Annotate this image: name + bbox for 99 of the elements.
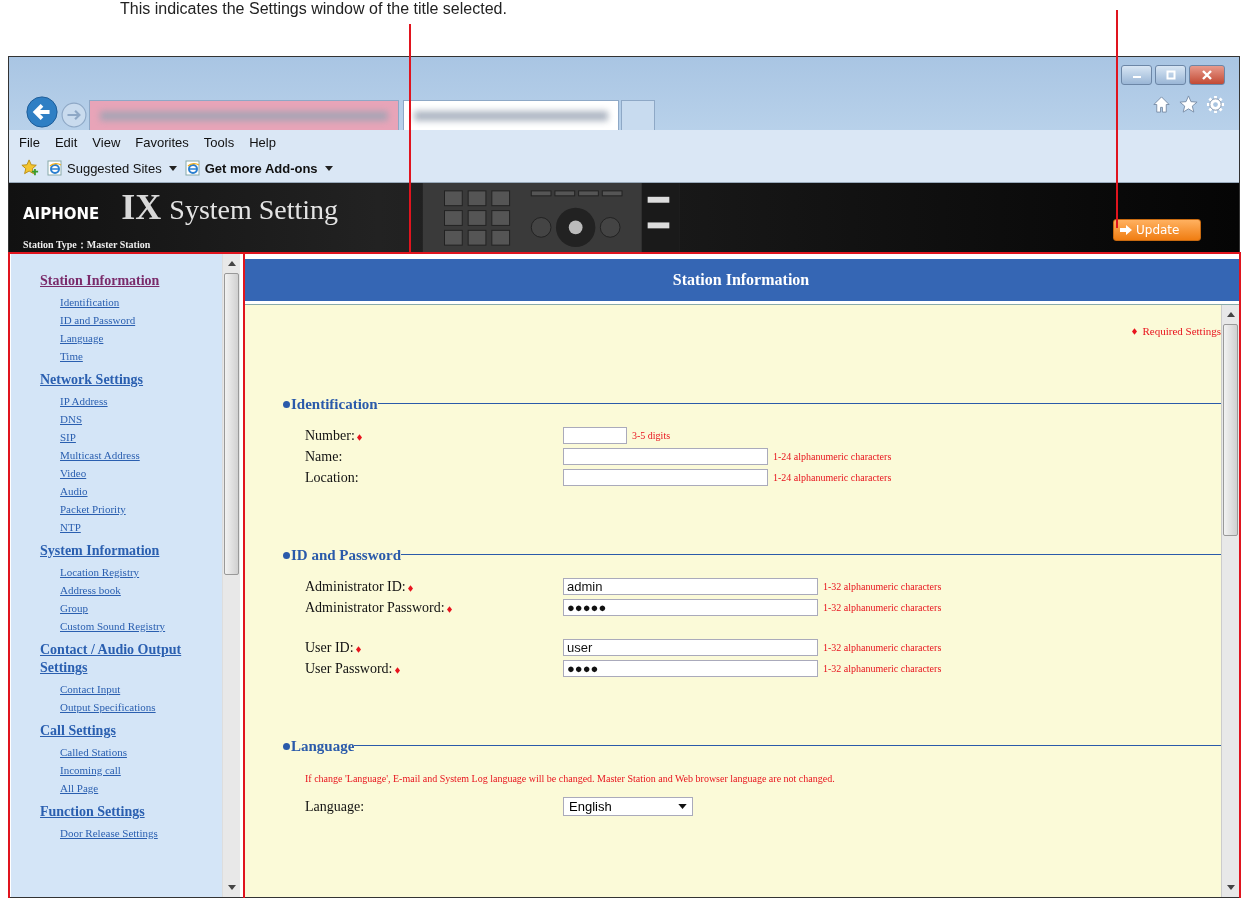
scrollbar[interactable] [1221,305,1239,897]
dropdown-caret-icon [324,165,333,171]
nav-section-link[interactable]: Function Settings [40,803,145,821]
field-hint: 1-32 alphanumeric characters [823,581,942,592]
language-dropdown[interactable]: English [563,797,693,816]
input-field[interactable]: user [563,639,818,656]
nav-link[interactable]: Multicast Address [60,446,140,464]
nav-section-link[interactable]: System Information [40,542,160,560]
home-icon[interactable] [1152,95,1171,114]
settings-icon[interactable] [1206,95,1225,114]
nav-link[interactable]: Time [60,347,83,365]
field-hint: 3-5 digits [632,430,671,441]
nav-link[interactable]: ID and Password [60,311,136,329]
scroll-up-arrow-icon[interactable] [1226,312,1235,317]
section-heading: Identification [291,395,378,413]
field-label: Administrator Password: [305,599,445,616]
field-label: Administrator ID: [305,578,406,595]
input-field[interactable]: ●●●●● [563,599,818,616]
input-field[interactable]: admin [563,578,818,595]
product-logo: IX [121,189,162,225]
nav-section-link[interactable]: Network Settings [40,371,144,389]
nav-link[interactable]: Output Specifications [60,698,156,716]
field-hint: 1-32 alphanumeric characters [823,602,942,613]
field-label: Name: [305,448,343,465]
annotation-text: This indicates the Settings window of the title selected. [120,0,507,18]
menu-item[interactable]: Edit [54,134,78,150]
star-icon[interactable] [1179,95,1198,114]
nav-link[interactable]: DNS [60,410,82,428]
page-title: Station Information [672,271,810,289]
new-tab-button[interactable] [621,100,655,130]
nav-link[interactable]: Door Release Settings [60,824,158,842]
nav-link[interactable]: Contact Input [60,680,121,698]
required-mark-icon [1132,327,1138,335]
favorites-bar-item[interactable]: Suggested Sites [47,160,177,176]
browser-tab[interactable] [403,100,619,130]
input-field[interactable]: ●●●● [563,660,818,677]
nav-link[interactable]: Language [60,329,104,347]
scrollbar-thumb[interactable] [224,273,239,575]
nav-link[interactable]: Custom Sound Registry [60,617,166,635]
nav-link[interactable]: NTP [60,518,81,536]
bullet-icon [283,401,290,408]
favorites-bar-item[interactable]: Get more Add-ons [184,160,333,176]
minimize-button[interactable] [1121,65,1152,85]
menu-item[interactable]: Tools [203,134,235,150]
field-hint: 1-24 alphanumeric characters [773,472,892,483]
bullet-icon [283,552,290,559]
web-page-icon [184,160,201,176]
scroll-up-arrow-icon[interactable] [227,261,236,266]
nav-link[interactable]: Address book [60,581,121,599]
nav-link[interactable]: SIP [60,428,76,446]
field-label: User ID: [305,639,354,656]
close-icon [1201,70,1213,80]
menu-item[interactable]: View [92,134,121,150]
nav-link[interactable]: IP Address [60,392,108,410]
nav-link[interactable]: Audio [60,482,88,500]
nav-link[interactable]: Incoming call [60,761,121,779]
maximize-button[interactable] [1155,65,1186,85]
nav-section-link[interactable]: Station Information [40,272,160,290]
input-field[interactable] [563,427,627,444]
input-field[interactable] [563,469,768,486]
dropdown-caret-icon [678,804,687,809]
scroll-down-arrow-icon[interactable] [227,885,236,890]
field-label: User Password: [305,660,393,677]
required-settings-note: Required Settings [1142,325,1221,337]
nav-link[interactable]: Group [60,599,89,617]
web-page-icon [47,160,63,176]
brand-name: AIPHONE [23,205,100,223]
field-hint: 1-32 alphanumeric characters [823,642,942,653]
scroll-down-arrow-icon[interactable] [1226,885,1235,890]
menu-item[interactable]: File [19,134,40,150]
nav-link[interactable]: Called Stations [60,743,127,761]
field-label: Language: [305,798,365,815]
maximize-icon [1164,70,1177,80]
menu-item[interactable]: Help [249,134,276,150]
field-hint: 1-32 alphanumeric characters [823,663,942,674]
section-heading: Language [291,737,355,755]
favorites-star-icon[interactable] [21,159,39,177]
input-field[interactable] [563,448,768,465]
station-type-label: Station Type：Master Station [23,238,152,252]
close-button[interactable] [1189,65,1225,85]
section-note: If change 'Language', E-mail and System Log language will be changed. Master Station and Web browser language are not changed. [305,773,836,784]
scrollbar[interactable] [222,254,240,897]
nav-link[interactable]: Location Registry [60,563,140,581]
scrollbar-thumb[interactable] [1223,324,1238,536]
nav-section-link[interactable]: Contact / Audio Output Settings [40,641,222,677]
arrow-icon [1120,224,1132,235]
bullet-icon [283,743,290,750]
field-label: Location: [305,469,359,486]
field-hint: 1-24 alphanumeric characters [773,451,892,462]
dropdown-caret-icon [168,165,177,171]
app-title: System Setting [169,194,339,226]
nav-link[interactable]: Identification [60,293,120,311]
nav-link[interactable]: Video [60,464,87,482]
nav-link[interactable]: Packet Priority [60,500,126,518]
nav-link[interactable]: All Page [60,779,99,797]
field-label: Number: [305,427,355,444]
section-heading: ID and Password [291,546,402,564]
menu-item[interactable]: Favorites [135,134,189,150]
nav-section-link[interactable]: Call Settings [40,722,116,740]
